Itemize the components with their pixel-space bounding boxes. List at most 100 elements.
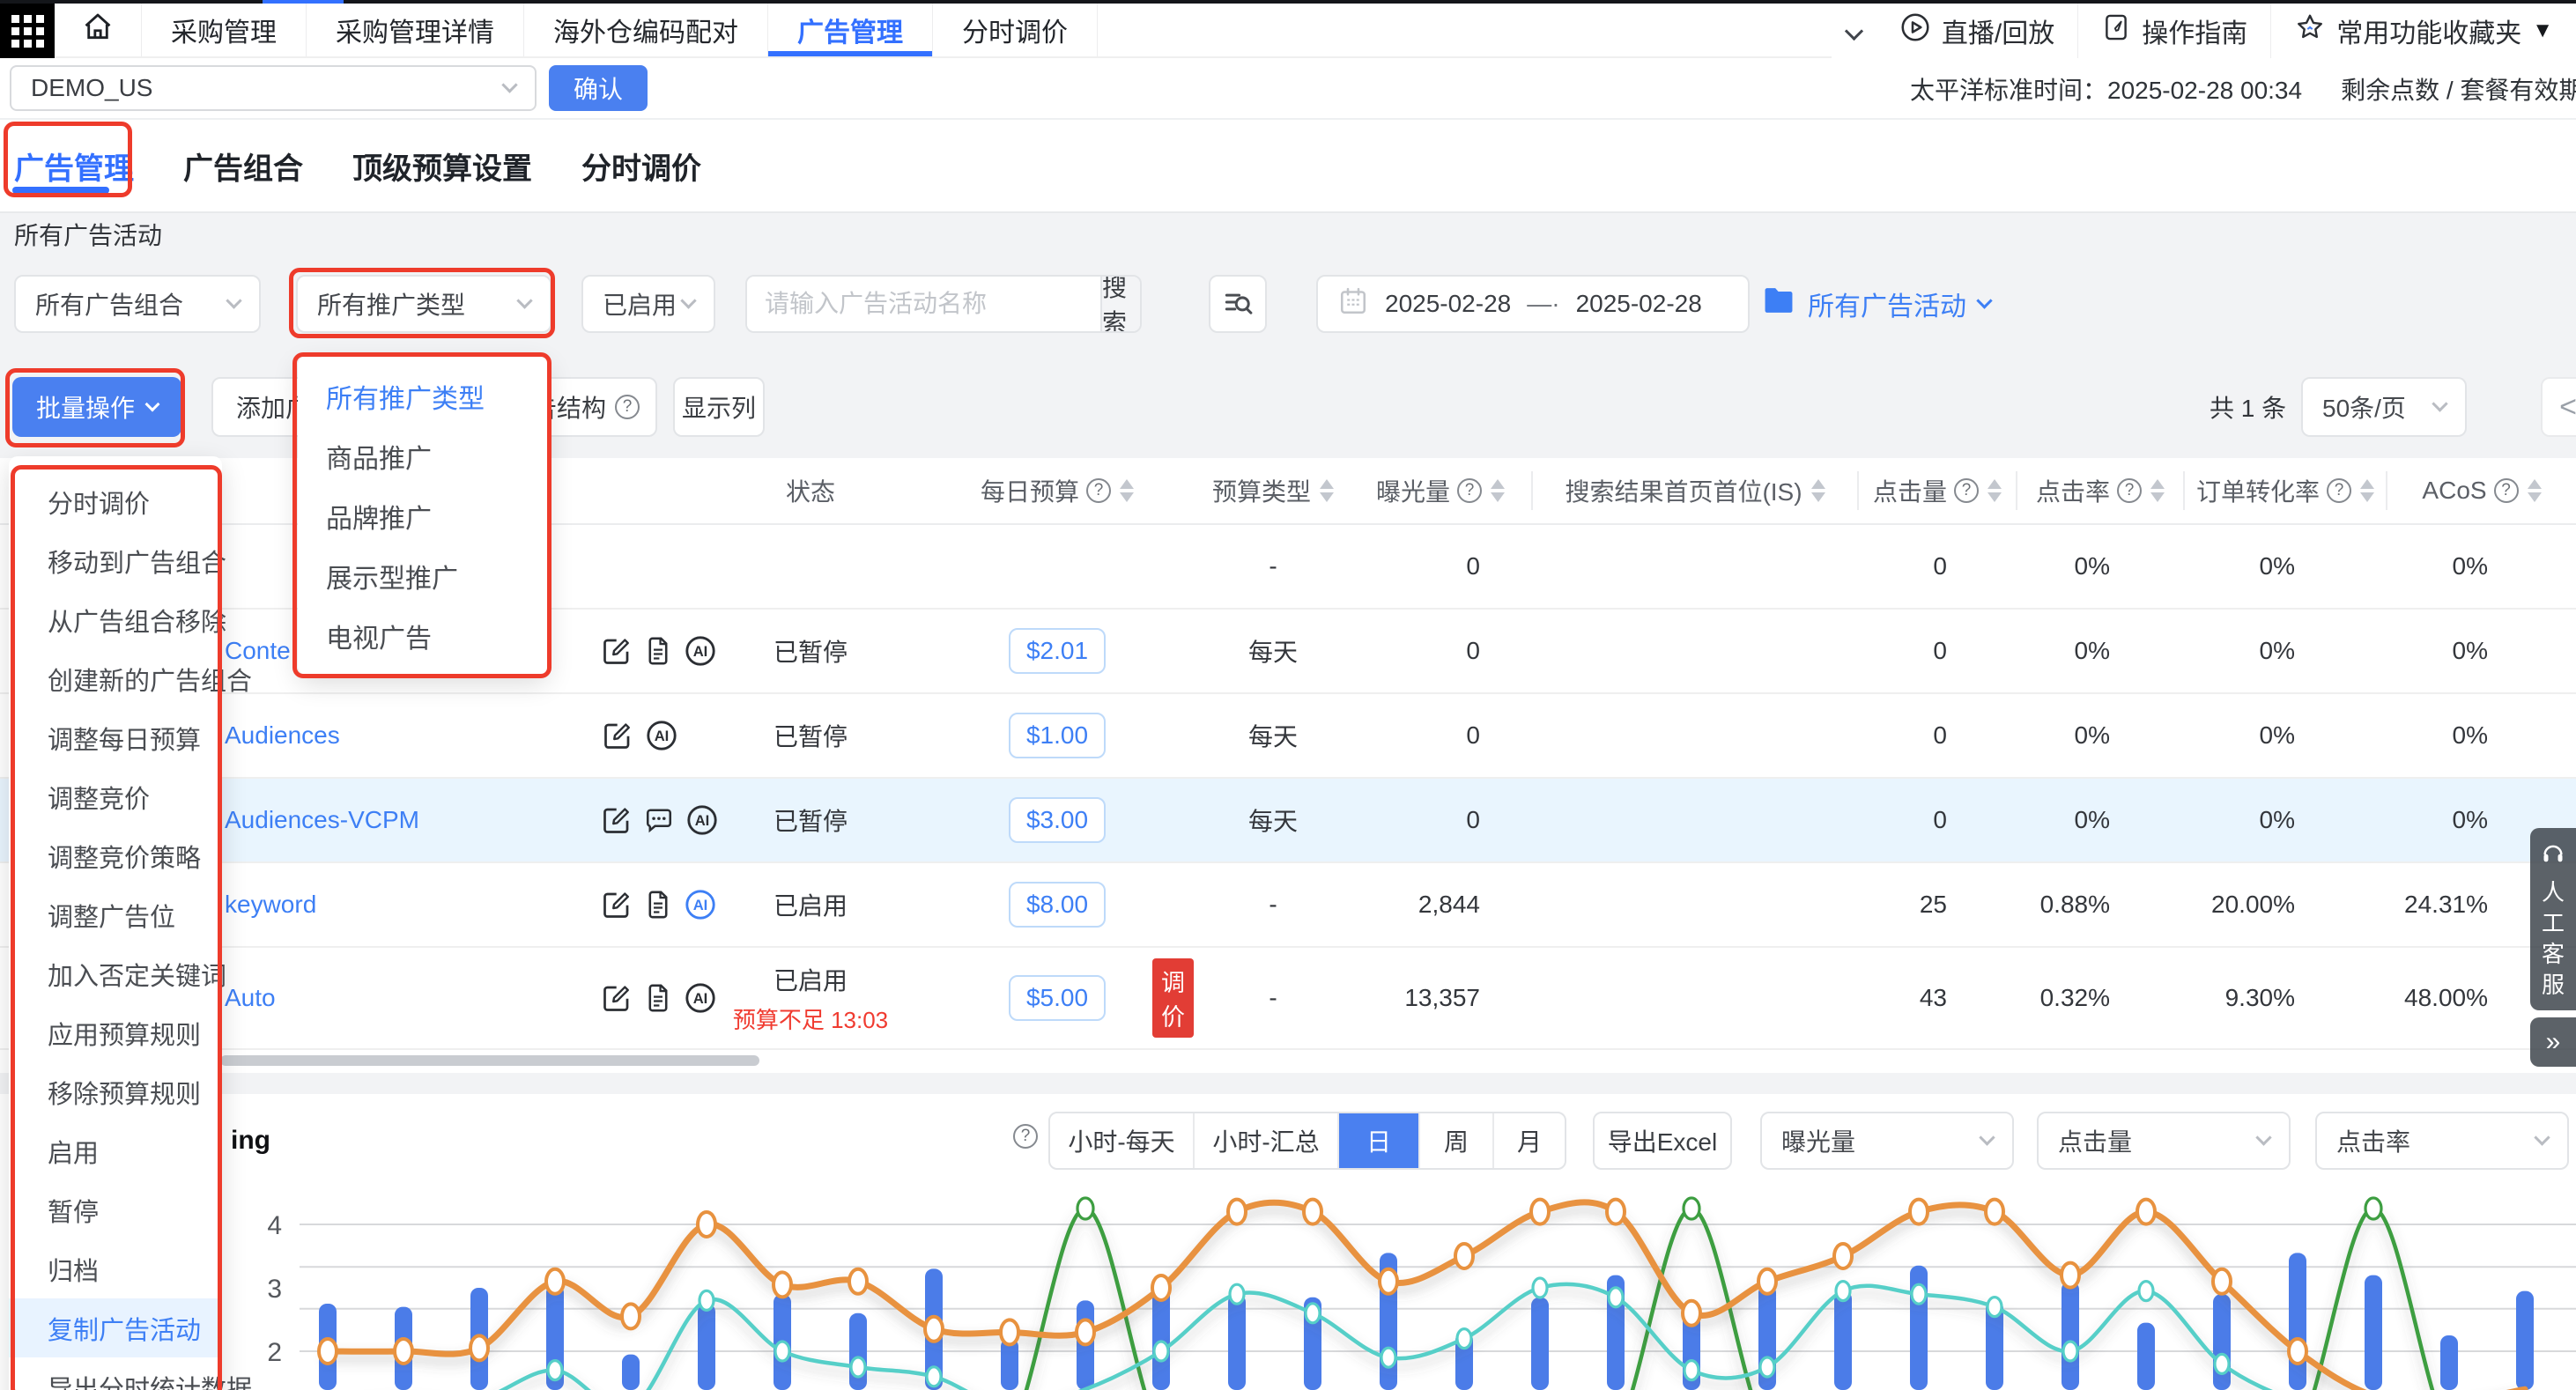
bar[interactable] [2365,1275,2382,1390]
column-header-状态[interactable]: 状态 [696,471,925,510]
comment-icon[interactable] [643,803,675,837]
column-header-预算类型[interactable]: 预算类型 [1189,471,1357,510]
bulk-menu-item[interactable]: 导出分时统计数据 [9,1357,222,1390]
doc-icon[interactable] [643,888,673,921]
bulk-menu-item[interactable]: 移动到广告组合 [9,531,222,590]
line-green-marker[interactable] [1077,1198,1093,1219]
column-header-每日预算[interactable]: 每日预算? [925,471,1189,510]
advanced-search-button[interactable] [1209,275,1267,333]
campaign-search-input[interactable] [747,277,1100,331]
line-green-marker[interactable] [2365,1198,2381,1219]
bar[interactable] [2440,1335,2458,1390]
line-teal-marker[interactable] [1306,1304,1320,1323]
app-grid-button[interactable] [0,4,55,58]
line-orange-marker[interactable] [1304,1200,1321,1224]
line-teal-marker[interactable] [1836,1282,1850,1301]
nav-tab-采购管理[interactable]: 采购管理 [142,4,307,56]
line-orange-marker[interactable] [622,1304,640,1328]
bulk-menu-item[interactable]: 移除预算规则 [9,1062,222,1121]
bar[interactable] [622,1355,640,1390]
bulk-menu-item[interactable]: 调整竞价 [9,767,222,826]
bulk-menu-item[interactable]: 启用 [9,1121,222,1180]
range-tab-月[interactable]: 月 [1494,1113,1565,1168]
line-orange-marker[interactable] [1683,1301,1700,1326]
line-orange-marker[interactable] [1455,1244,1473,1268]
doc-icon[interactable] [643,981,673,1015]
line-teal-marker[interactable] [1230,1284,1244,1304]
edit-icon[interactable] [601,719,634,752]
column-header-订单转化率[interactable]: 订单转化率? [2185,471,2387,510]
line-orange-marker[interactable] [470,1335,488,1360]
sort-icons[interactable] [2150,479,2165,502]
promo-type-option[interactable]: 所有推广类型 [298,366,548,426]
date-range-picker[interactable]: 2025-02-28 —· 2025-02-28 [1316,275,1750,333]
line-teal-marker[interactable] [1154,1342,1168,1361]
edit-icon[interactable] [601,634,633,668]
column-header-ACoS[interactable]: ACoS? [2387,471,2576,510]
status-select[interactable]: 已启用 [581,275,715,333]
bulk-menu-item[interactable]: 调整广告位 [9,885,222,944]
page-tab-顶级预算设置[interactable]: 顶级预算设置 [352,144,532,188]
nav-tab-采购管理详情[interactable]: 采购管理详情 [307,4,524,56]
nav-tab-海外仓编码配对[interactable]: 海外仓编码配对 [524,4,768,56]
line-teal-marker[interactable] [1760,1357,1774,1377]
edit-icon[interactable] [601,981,633,1015]
line-orange-marker[interactable] [546,1269,564,1294]
range-tab-小时-每天[interactable]: 小时-每天 [1050,1113,1195,1168]
account-select[interactable]: DEMO_US [10,65,537,111]
line-teal-marker[interactable] [2215,1354,2229,1373]
search-button[interactable]: 搜索 [1100,277,1140,331]
line-teal-marker[interactable] [1988,1298,2002,1317]
line-orange-marker[interactable] [925,1317,943,1342]
price-adjust-badge[interactable]: 调价 [1152,958,1194,1038]
bulk-menu-item[interactable]: 加入否定关键词 [9,944,222,1003]
line-orange-marker[interactable] [698,1212,715,1237]
column-header-搜索结果首页首位(IS)[interactable]: 搜索结果首页首位(IS) [1533,471,1859,510]
range-tab-小时-汇总[interactable]: 小时-汇总 [1195,1113,1339,1168]
range-tab-日[interactable]: 日 [1339,1113,1420,1168]
line-orange-marker[interactable] [2137,1200,2155,1224]
page-size-select[interactable]: 50条/页 [2301,377,2467,437]
bulk-menu-item[interactable]: 归档 [9,1239,222,1298]
line-orange-marker[interactable] [1228,1200,1246,1224]
customer-service-button[interactable]: 人工客服 [2530,828,2576,1010]
ai-icon[interactable]: AI [645,719,678,752]
column-header-曝光量[interactable]: 曝光量? [1357,471,1533,510]
bulk-menu-item[interactable]: 调整竞价策略 [9,826,222,885]
column-header-点击率[interactable]: 点击率? [2017,471,2185,510]
line-green-marker[interactable] [1684,1198,1699,1219]
line-orange-marker[interactable] [319,1339,337,1364]
nav-tab-广告管理[interactable]: 广告管理 [768,4,933,56]
line-teal-marker[interactable] [1381,1348,1395,1367]
sort-icons[interactable] [2528,479,2542,502]
sort-icons[interactable] [1320,479,1334,502]
bulk-menu-item[interactable]: 应用预算规则 [9,1003,222,1062]
page-tab-广告管理[interactable]: 广告管理 [14,144,134,188]
confirm-button[interactable]: 确认 [549,65,648,111]
bar[interactable] [849,1313,867,1390]
bulk-menu-item[interactable]: 创建新的广告组合 [9,649,222,708]
line-orange-marker[interactable] [1380,1269,1397,1294]
line-orange-marker[interactable] [1758,1269,1776,1294]
export-excel-button[interactable]: 导出Excel [1593,1112,1732,1170]
bulk-menu-item[interactable]: 分时调价 [9,472,222,531]
bulk-actions-button[interactable]: 批量操作 [12,377,181,437]
bar[interactable] [2213,1294,2231,1390]
line-orange-marker[interactable] [1910,1200,1928,1224]
bulk-menu-item[interactable]: 暂停 [9,1180,222,1239]
bulk-menu-item[interactable]: 从广告组合移除 [9,590,222,649]
line-teal-marker[interactable] [1609,1288,1623,1307]
show-columns-button[interactable]: 显示列 [673,377,765,437]
line-orange-marker[interactable] [395,1339,412,1364]
line-orange-marker[interactable] [2062,1263,2079,1288]
chevron-down-icon[interactable] [1845,21,1863,40]
daily-budget-badge[interactable]: $2.01 [1009,628,1106,674]
bar[interactable] [1531,1298,1549,1390]
line-teal-marker[interactable] [1457,1329,1471,1349]
range-tab-周[interactable]: 周 [1420,1113,1494,1168]
daily-budget-badge[interactable]: $3.00 [1009,797,1106,843]
nav-tab-home[interactable] [55,4,142,56]
line-orange-marker[interactable] [1001,1320,1018,1344]
bar[interactable] [2062,1282,2079,1390]
edit-icon[interactable] [601,888,633,921]
